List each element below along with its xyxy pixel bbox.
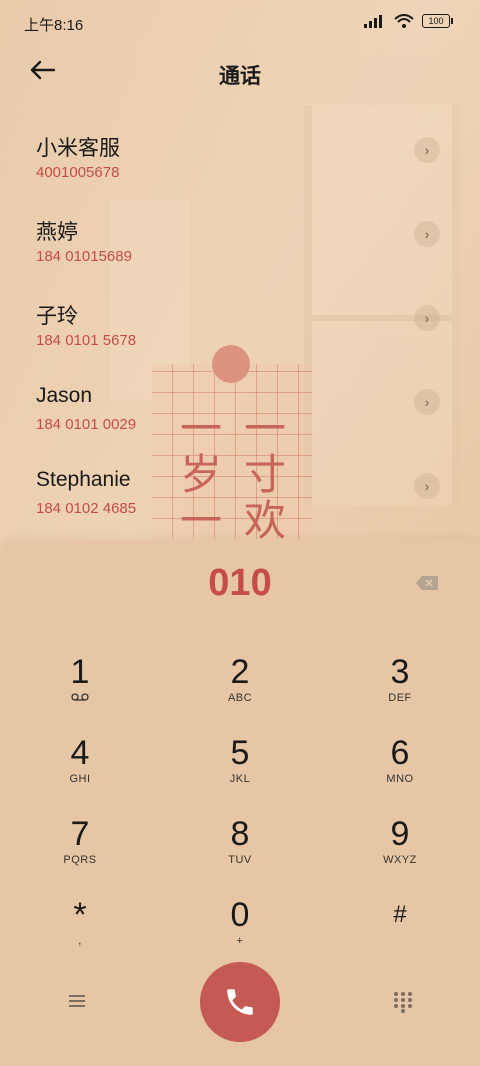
dial-key-2[interactable]: 2 ABC [180, 652, 300, 722]
chevron-right-icon[interactable]: › [414, 389, 440, 415]
dial-key-6[interactable]: 6 MNO [340, 733, 460, 803]
menu-button[interactable] [64, 991, 90, 1011]
dial-key-7[interactable]: 7 PQRS [20, 814, 140, 884]
decorative-circle [212, 345, 250, 383]
battery-icon: 100 [422, 14, 453, 28]
dial-key-hash[interactable]: # [340, 895, 460, 965]
dial-key-9[interactable]: 9 WXYZ [340, 814, 460, 884]
app-header: 通话 [0, 50, 480, 94]
dial-key-star[interactable]: * , [20, 895, 140, 965]
contact-name: Stephanie [36, 468, 131, 491]
phone-icon [227, 989, 253, 1015]
dial-key-4[interactable]: 4 GHI [20, 733, 140, 803]
contact-item[interactable]: 小米客服 4001005678 › [0, 132, 480, 216]
contact-name: 子玲 [36, 305, 78, 328]
dial-key-0[interactable]: 0 + [180, 895, 300, 965]
contact-number: 4001005678 [36, 164, 120, 181]
contact-item[interactable]: Jason 184 0101 0029 › [0, 384, 480, 468]
chevron-right-icon[interactable]: › [414, 305, 440, 331]
contact-number: 184 0101 0029 [36, 416, 137, 433]
status-time: 上午8:16 [24, 17, 84, 34]
dial-key-8[interactable]: 8 TUV [180, 814, 300, 884]
dial-key-3[interactable]: 3 DEF [340, 652, 460, 722]
dial-key-1[interactable]: 1 [20, 652, 140, 722]
backspace-icon [416, 576, 438, 590]
contact-number: 184 0101 5678 [36, 332, 137, 349]
page-title: 通话 [219, 65, 261, 88]
chevron-right-icon[interactable]: › [414, 137, 440, 163]
contact-number: 184 01015689 [36, 248, 132, 265]
wifi-icon [394, 14, 414, 28]
call-button[interactable] [200, 962, 280, 1042]
signal-icon [364, 15, 382, 28]
dial-key-5[interactable]: 5 JKL [180, 733, 300, 803]
dial-input[interactable]: 010 [0, 562, 480, 605]
menu-icon [69, 995, 85, 1007]
status-icons: 100 [364, 14, 453, 28]
keypad-icon [394, 992, 412, 1013]
contact-item[interactable]: 燕婷 184 01015689 › [0, 216, 480, 300]
chevron-right-icon[interactable]: › [414, 473, 440, 499]
backspace-button[interactable] [416, 576, 438, 590]
contact-name: Jason [36, 384, 93, 407]
chevron-right-icon[interactable]: › [414, 221, 440, 247]
keypad-toggle-button[interactable] [392, 991, 414, 1013]
voicemail-icon [20, 692, 140, 704]
status-bar: 上午8:16 100 [0, 0, 480, 46]
contact-number: 184 0102 4685 [36, 500, 137, 517]
contact-name: 小米客服 [36, 137, 120, 160]
contact-name: 燕婷 [36, 221, 78, 244]
dialer-panel: 010 1 2 ABC 3 DEF 4 GHI 5 JKL 6 MNO 7 PQ… [0, 540, 480, 1066]
